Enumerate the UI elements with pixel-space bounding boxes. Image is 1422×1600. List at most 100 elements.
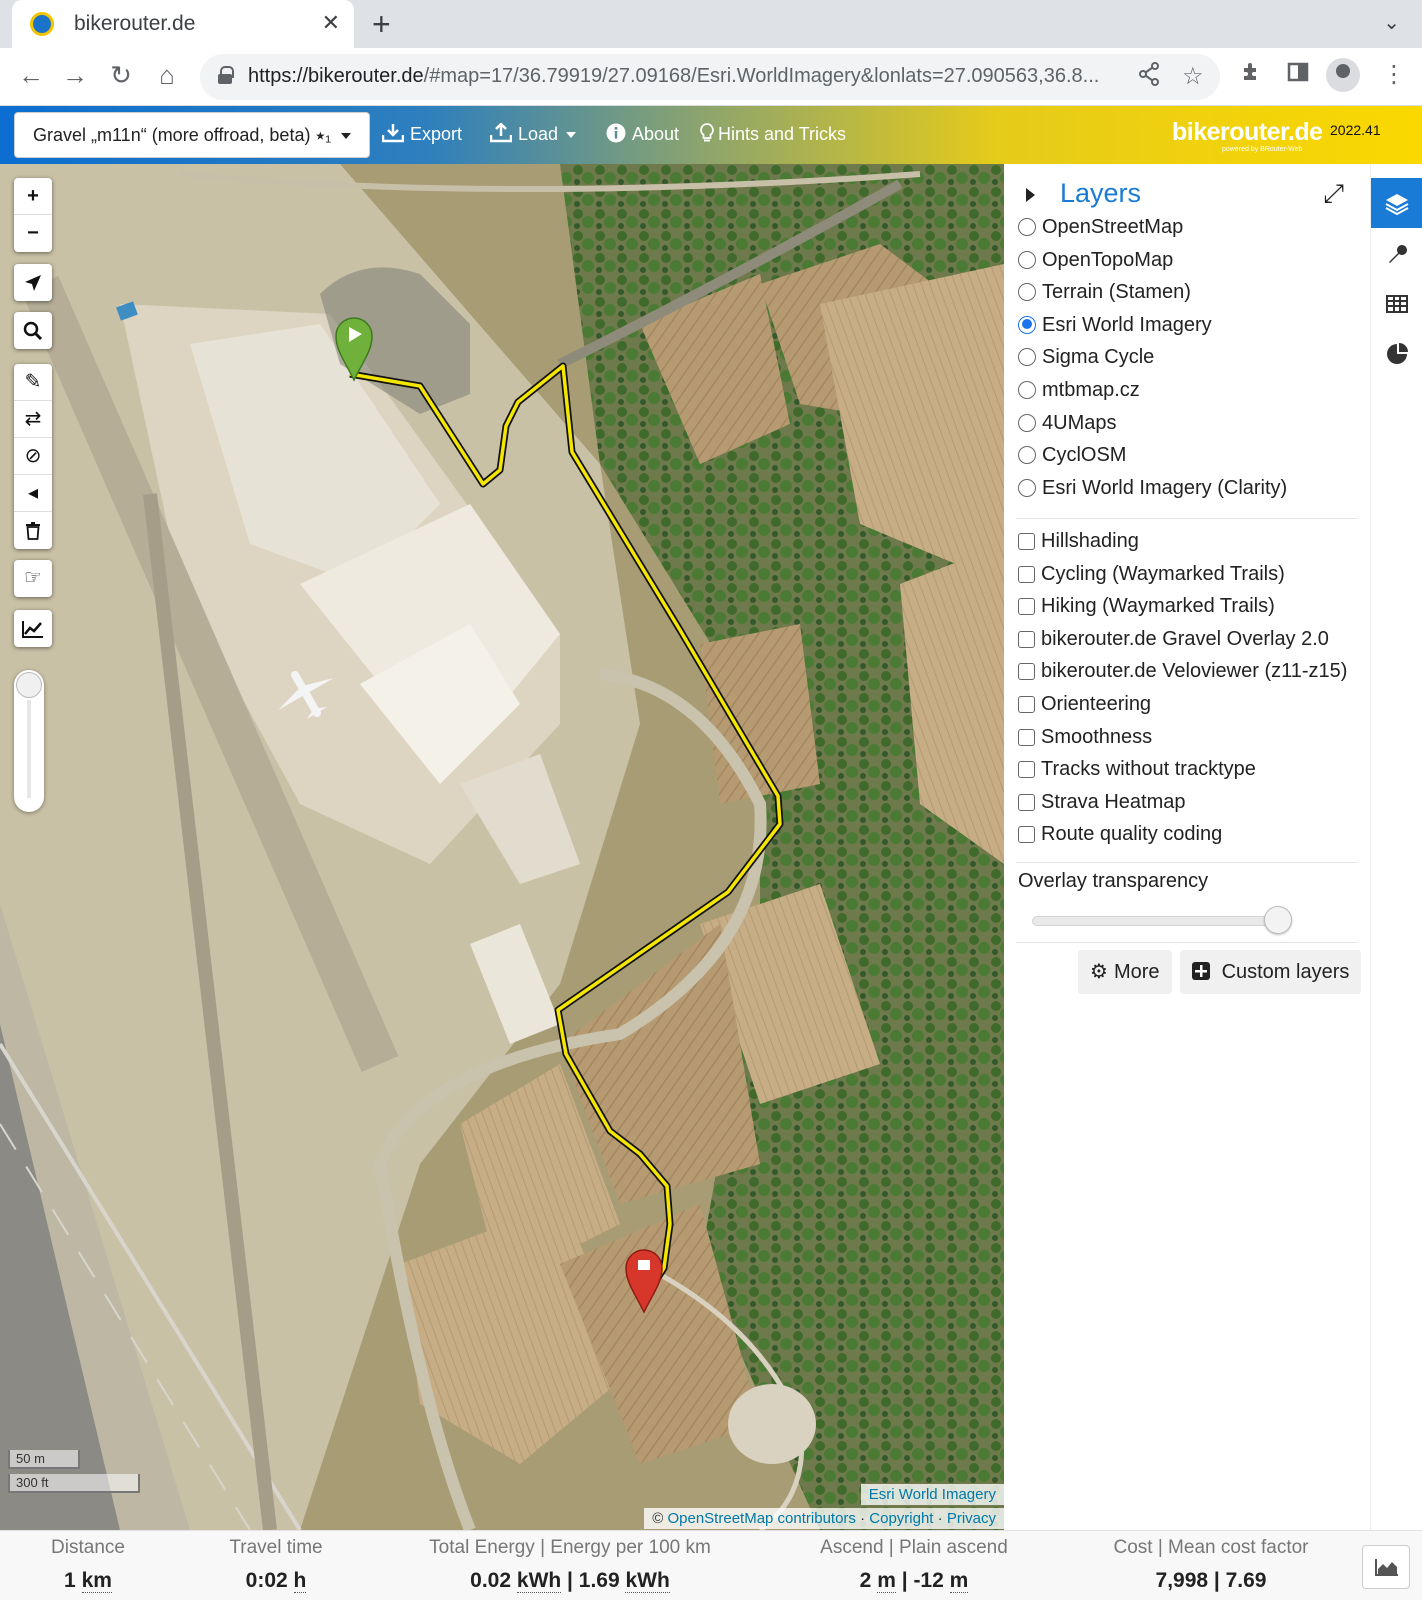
overlay-layer-option[interactable]: Route quality coding [1018,821,1222,847]
ascend-value: 2 m | -12 m [859,1569,969,1593]
routing-profile-select[interactable]: Gravel „m11n“ (more offroad, beta) ⭑₁ [14,112,370,158]
radio-button[interactable] [1018,315,1036,334]
url-text[interactable]: https://bikerouter.de/#map=17/36.79919/2… [248,65,1118,88]
browser-tab[interactable]: bikerouter.de ✕ [12,0,354,48]
bikerouter-logo[interactable]: bikerouter.de [1172,118,1323,147]
base-layer-option[interactable]: OpenTopoMap [1018,247,1173,273]
tab-search-chevron-icon[interactable]: ⌄ [1383,10,1400,35]
new-tab-button[interactable]: + [372,6,391,43]
reload-button[interactable]: ↻ [104,60,138,91]
gears-icon: ⚙ [1090,961,1108,983]
delete-route-button[interactable] [14,512,52,549]
about-button[interactable]: About [606,123,679,145]
export-button[interactable]: Export [381,123,462,145]
overlay-layer-option[interactable]: Hillshading [1018,528,1139,554]
overlay-layer-option[interactable]: Cycling (Waymarked Trails) [1018,561,1285,587]
overlay-layer-option[interactable]: Orienteering [1018,691,1151,717]
overlay-layer-option[interactable]: Smoothness [1018,724,1152,750]
app-version: 2022.41 [1330,122,1381,138]
nogo-area-button[interactable]: ⊘ [14,438,52,475]
checkbox[interactable] [1018,761,1035,779]
base-layer-label: 4UMaps [1042,411,1117,434]
tab-close-icon[interactable]: ✕ [322,10,340,36]
checkbox[interactable] [1018,663,1035,681]
overlay-layer-option[interactable]: bikerouter.de Gravel Overlay 2.0 [1018,626,1329,652]
tab-layers[interactable] [1371,178,1422,228]
overlay-layer-option[interactable]: Strava Heatmap [1018,789,1186,815]
radio-button[interactable] [1018,218,1036,236]
checkbox[interactable] [1018,533,1035,550]
overlay-layer-option[interactable]: Hiking (Waymarked Trails) [1018,593,1275,619]
collapse-triangle-icon[interactable] [1026,188,1035,202]
tab-data-table[interactable] [1371,278,1422,328]
end-marker-icon[interactable] [625,1249,663,1314]
imagery-attribution[interactable]: Esri World Imagery [860,1484,1004,1505]
overlay-transparency-knob[interactable] [1264,906,1293,934]
lock-icon[interactable] [218,66,234,84]
osm-contributors-link[interactable]: OpenStreetMap contributors [667,1510,855,1527]
radio-button[interactable] [1018,283,1036,302]
expand-icon[interactable]: ⤢ [1323,178,1344,210]
base-layer-option[interactable]: Esri World Imagery (Clarity) [1018,475,1287,501]
checkbox[interactable] [1018,728,1035,746]
privacy-link[interactable]: Privacy [947,1510,996,1527]
more-layers-button[interactable]: ⚙ More [1078,950,1172,994]
browser-menu-icon[interactable]: ⋮ [1382,60,1406,89]
extensions-icon[interactable] [1240,60,1264,91]
hints-and-tricks-button[interactable]: Hints and Tricks [700,123,846,145]
back-button[interactable]: ← [14,60,48,91]
radio-button[interactable] [1018,478,1036,497]
base-layer-option[interactable]: mtbmap.cz [1018,377,1140,403]
start-marker-icon[interactable] [335,317,373,382]
load-dropdown[interactable]: Load [489,122,577,145]
base-layer-option[interactable]: 4UMaps [1018,410,1116,436]
map-view[interactable]: + − ✎ ⇄ ⊘ ◂ ☞ 50 m 300 ft Esri World Ima… [0,164,1004,1530]
radio-button[interactable] [1018,413,1036,432]
side-panel-icon[interactable] [1286,60,1310,91]
scale-metric: 50 m [8,1450,80,1469]
forward-button[interactable]: → [58,60,92,91]
radio-button[interactable] [1018,381,1036,399]
elevation-chart-toggle-button[interactable] [1362,1545,1410,1589]
checkbox[interactable] [1018,565,1035,583]
overlay-transparency-slider[interactable] [1032,916,1286,926]
base-layer-option[interactable]: Esri World Imagery [1018,312,1212,338]
overlay-layer-option[interactable]: bikerouter.de Veloviewer (z11-z15) [1018,658,1347,684]
custom-layers-button[interactable]: Custom layers [1180,950,1362,994]
travel-time-value: 0:02 h [245,1569,307,1593]
locate-icon[interactable] [14,264,52,301]
checkbox[interactable] [1018,793,1035,811]
radio-button[interactable] [1018,446,1036,465]
elevation-chart-icon[interactable] [14,610,52,647]
zoom-out-button[interactable]: − [14,215,52,252]
route-opacity-slider[interactable] [14,670,44,812]
draw-route-button[interactable]: ✎ [14,364,52,401]
base-layer-option[interactable]: Terrain (Stamen) [1018,279,1191,305]
base-layer-option[interactable]: CyclOSM [1018,442,1126,468]
bookmark-star-icon[interactable]: ☆ [1182,62,1204,91]
copyright-link[interactable]: Copyright [869,1510,933,1527]
profile-avatar[interactable] [1326,58,1360,92]
reverse-route-icon[interactable]: ☞ [14,560,52,597]
route-opacity-knob[interactable] [16,672,42,698]
radio-button[interactable] [1018,348,1036,367]
tab-analysis[interactable] [1371,328,1422,378]
base-layer-option[interactable]: Sigma Cycle [1018,344,1154,370]
home-button[interactable]: ⌂ [150,60,184,91]
address-bar[interactable]: https://bikerouter.de/#map=17/36.79919/2… [200,54,1220,100]
delete-last-point-button[interactable]: ◂ [14,475,52,512]
zoom-in-button[interactable]: + [14,178,52,215]
base-layer-option[interactable]: OpenStreetMap [1018,214,1183,240]
tab-profile-settings[interactable] [1371,228,1422,278]
checkbox[interactable] [1018,630,1035,648]
search-icon[interactable] [14,312,52,349]
shuffle-icon[interactable]: ⇄ [14,401,52,438]
route-line[interactable] [0,164,1004,1530]
checkbox[interactable] [1018,696,1035,713]
overlay-layer-label: Smoothness [1041,725,1153,748]
checkbox[interactable] [1018,826,1035,844]
overlay-layer-option[interactable]: Tracks without tracktype [1018,756,1256,782]
checkbox[interactable] [1018,598,1035,616]
radio-button[interactable] [1018,250,1036,269]
share-icon[interactable] [1138,62,1160,93]
